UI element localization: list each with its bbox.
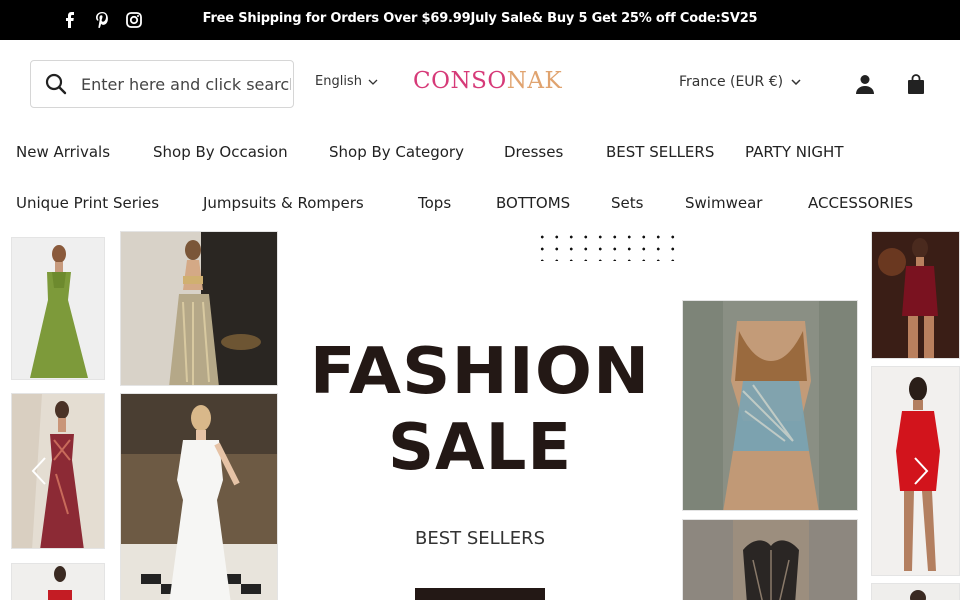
facebook-icon[interactable] bbox=[60, 10, 80, 30]
product-photo-corset-top bbox=[682, 300, 858, 511]
logo-text-tail: NAK bbox=[506, 68, 563, 94]
cart-bag-icon[interactable] bbox=[904, 72, 928, 96]
logo-text-main: CONSO bbox=[413, 68, 507, 94]
nav-item-shop-by-category[interactable]: Shop By Category bbox=[329, 143, 464, 161]
nav-item-unique-print-series[interactable]: Unique Print Series bbox=[16, 194, 159, 212]
search-box[interactable] bbox=[30, 60, 294, 108]
brand-logo[interactable]: CONSONAK bbox=[413, 68, 562, 94]
instagram-icon[interactable] bbox=[124, 10, 144, 30]
search-icon[interactable] bbox=[31, 61, 81, 107]
currency-selector[interactable]: France (EUR €) bbox=[679, 74, 801, 90]
hero-subtitle: BEST SELLERS bbox=[414, 528, 546, 549]
announcement-bar: Free Shipping for Orders Over $69.99July… bbox=[0, 0, 960, 40]
hero-title-line-1: FASHION bbox=[309, 335, 651, 409]
chevron-down-icon bbox=[368, 79, 378, 85]
nav-item-swimwear[interactable]: Swimwear bbox=[685, 194, 762, 212]
pinterest-icon[interactable] bbox=[92, 10, 112, 30]
nav-item-dresses[interactable]: Dresses bbox=[504, 143, 563, 161]
hero-title-line-2: SALE bbox=[387, 411, 573, 485]
nav-item-party-night[interactable]: PARTY NIGHT bbox=[745, 143, 843, 161]
nav-item-accessories[interactable]: ACCESSORIES bbox=[808, 194, 913, 212]
chevron-down-icon bbox=[791, 79, 801, 85]
nav-item-jumpsuits-rompers[interactable]: Jumpsuits & Rompers bbox=[203, 194, 364, 212]
product-photo-green-gown bbox=[11, 237, 105, 380]
currency-label: France (EUR €) bbox=[679, 74, 784, 90]
product-photo-red-sequin-gown bbox=[11, 393, 105, 549]
carousel-prev-arrow-icon[interactable] bbox=[28, 456, 50, 486]
nav-item-new-arrivals[interactable]: New Arrivals bbox=[16, 143, 110, 161]
product-photo-partial bbox=[871, 583, 960, 600]
nav-item-shop-by-occasion[interactable]: Shop By Occasion bbox=[153, 143, 288, 161]
nav-item-bottoms[interactable]: BOTTOMS bbox=[496, 194, 570, 212]
nav-item-sets[interactable]: Sets bbox=[611, 194, 643, 212]
hero-banner[interactable]: FASHION SALE BEST SELLERS bbox=[0, 231, 960, 600]
product-photo-red-dress bbox=[11, 563, 105, 600]
hero-shop-now-button[interactable] bbox=[415, 588, 545, 600]
product-photo-white-gown bbox=[120, 393, 278, 600]
decorative-dot-grid bbox=[535, 231, 675, 261]
nav-item-best-sellers[interactable]: BEST SELLERS bbox=[606, 143, 714, 161]
language-label: English bbox=[315, 74, 362, 89]
language-selector[interactable]: English bbox=[315, 74, 378, 89]
nav-item-tops[interactable]: Tops bbox=[418, 194, 451, 212]
search-input[interactable] bbox=[81, 74, 291, 94]
product-photo-burgundy-mini bbox=[871, 231, 960, 359]
product-photo-gold-skirt bbox=[120, 231, 278, 386]
product-photo-black-bustier bbox=[682, 519, 858, 600]
social-links bbox=[60, 10, 144, 30]
account-icon[interactable] bbox=[853, 72, 877, 96]
carousel-next-arrow-icon[interactable] bbox=[910, 456, 932, 486]
announcement-text: Free Shipping for Orders Over $69.99July… bbox=[202, 11, 758, 26]
